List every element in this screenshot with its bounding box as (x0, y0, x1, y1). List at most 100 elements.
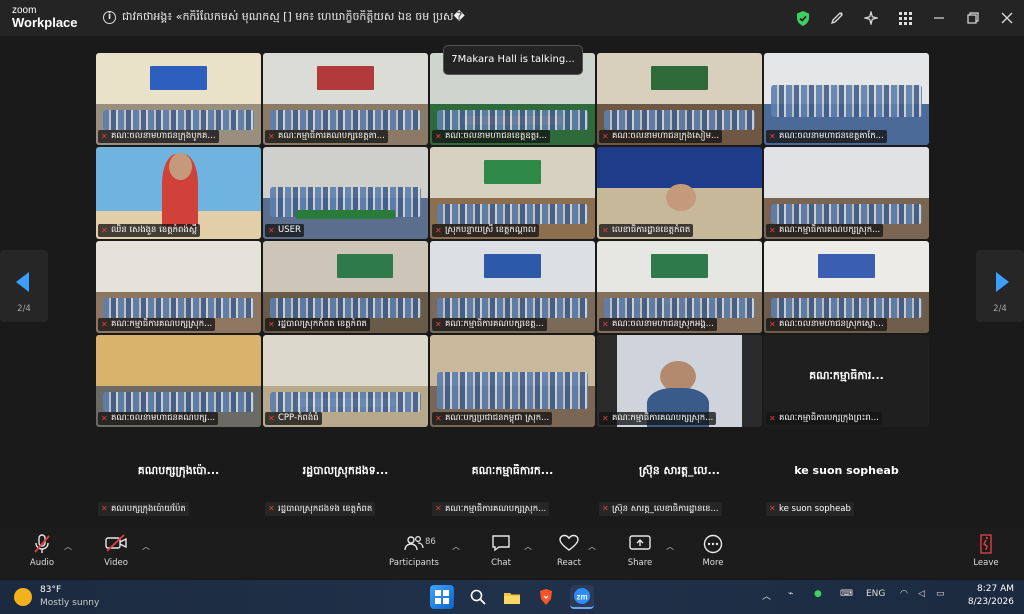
video-tile[interactable]: ✕ រដ្ឋបាលស្រុកកំពត ខេត្តកំពត (263, 241, 428, 333)
participant-tile[interactable]: គណៈកម្មាធិការក... ✕ គណៈកម្មាធិការគណបក្សស្… (430, 458, 595, 518)
previous-page-button[interactable]: 2/4 (0, 250, 48, 322)
network-icon[interactable]: ⌁ (788, 589, 793, 599)
search-icon[interactable] (466, 585, 490, 609)
chat-options-caret-icon[interactable]: ︿ (524, 541, 532, 552)
participant-name-label: ✕ គណៈកម្មាធិការបក្សក្រុងព្រះរា... (766, 412, 882, 425)
page-indicator-left: 2/4 (17, 304, 31, 314)
zoom-logo: zoom Workplace (12, 5, 78, 29)
clock-time: 8:27 AM (977, 584, 1014, 594)
muted-mic-icon: ✕ (602, 226, 609, 235)
video-tile[interactable]: ✕ ឈិន សេងងួន ខេត្តកំពង់ស្ពឺ (96, 147, 261, 239)
microphone-in-use-icon[interactable]: ● (814, 589, 822, 599)
share-options-caret-icon[interactable]: ︿ (666, 541, 674, 552)
muted-mic-icon: ✕ (769, 414, 776, 423)
video-tile[interactable]: ✕ គណៈចលនាមហាជនស្រុកអង្គ... (597, 241, 762, 333)
video-tile[interactable]: ✕ USER (263, 147, 428, 239)
weather-condition: Mostly sunny (40, 598, 100, 608)
restore-window-icon[interactable] (956, 0, 990, 36)
show-hidden-icons-chevron-icon[interactable]: ︿ (762, 589, 771, 602)
video-button[interactable]: Video (100, 534, 132, 574)
video-options-caret-icon[interactable]: ︿ (142, 541, 150, 552)
brave-browser-icon[interactable] (534, 585, 558, 609)
participant-name-label: ✕ គណៈកម្មាធិការគណបក្សខេត្តតា... (265, 130, 388, 143)
clock-date: 8/23/2026 (967, 597, 1014, 607)
participant-name-label: ✕ គណៈបក្សប្រជាជនកម្ពុជា ស្រុក... (432, 412, 553, 425)
meeting-toolbar: Audio ︿ Video ︿ Participants 86 ︿ Chat ︿ (0, 528, 1024, 578)
muted-mic-icon: ✕ (435, 320, 442, 329)
participant-name: គណៈចលនាមហាជនក្រុងបូកគ... (111, 131, 216, 141)
video-tile[interactable]: ✕ ស្រុកបន្ទាយស្រី ខេត្តកណ្ដាល (430, 147, 595, 239)
video-tile[interactable]: ✕ គណៈកម្មាធិការគណបក្សស្រុក... (96, 241, 261, 333)
participant-name-label: ✕ គណៈកម្មាធិការគណបក្សស្រុក... (98, 318, 216, 331)
audio-options-caret-icon[interactable]: ︿ (64, 541, 72, 552)
participant-name: គណៈកម្មាធិការគណបក្សស្រុក... (111, 319, 213, 329)
ai-companion-sparkle-icon[interactable] (854, 0, 888, 36)
annotate-pen-icon[interactable] (820, 0, 854, 36)
language-indicator[interactable]: ENG (866, 589, 885, 599)
keyboard-icon[interactable]: ⌨ (840, 589, 853, 599)
next-page-button[interactable]: 2/4 (976, 250, 1024, 322)
muted-mic-icon: ✕ (769, 132, 776, 141)
chat-bubble-icon (486, 534, 516, 556)
react-options-caret-icon[interactable]: ︿ (588, 541, 596, 552)
video-tile[interactable]: ✕ គណៈកម្មាធិការគណបក្សខេត្តតា... (263, 53, 428, 145)
participant-name-label: ✕ គណៈចលនាមហាជនស្រុកស្នោ... (766, 318, 887, 331)
file-explorer-icon[interactable] (500, 585, 524, 609)
video-tile[interactable]: ✕ គណៈចលនាមហាជនក្រុងសៀម... (597, 53, 762, 145)
participant-name: ke suon sopheab (779, 504, 851, 514)
participant-name-label: ✕ គណៈកម្មាធិការគណបក្សស្រុក... (432, 502, 550, 516)
leave-button[interactable]: Leave (970, 534, 1002, 574)
volume-icon[interactable]: ◁ (918, 589, 925, 599)
muted-mic-icon: ✕ (268, 320, 275, 329)
video-gallery: ✕ គណៈចលនាមហាជនក្រុងបូកគ... ✕ គណៈកម្មាធិការ… (96, 53, 929, 429)
participant-name-label: ✕ គណៈចលនាមហាជនក្រុងសៀម... (599, 130, 723, 143)
meeting-title: ជាវកថាអង្គ៖ «កកិរំលែកមស់ មុណកស្ម [] មក៖ … (122, 10, 465, 23)
sun-weather-icon (14, 588, 32, 606)
participant-name: គណៈកម្មាធិការគណបក្សស្រុក... (445, 504, 547, 514)
share-button[interactable]: Share (624, 534, 656, 574)
participant-tile[interactable]: ស្រ៊ុន សារត្ត_លេ... ✕ ស្រ៊ុន សារត្ត_លេខាធ… (597, 458, 762, 518)
participant-name-label: ✕ គណៈចលនាមហាជនខេត្តតាកែ... (766, 130, 887, 143)
participant-tile[interactable]: ke suon sopheab ✕ ke suon sopheab (764, 458, 929, 518)
participant-name: គណៈចលនាមហាជនក្រុងសៀម... (612, 131, 720, 141)
close-icon[interactable] (990, 0, 1024, 36)
video-tile[interactable]: ✕ គណៈចលនាមហាជនក្រុងបូកគ... (96, 53, 261, 145)
participant-name-label: ✕ ស្រ៊ុន សារត្ត_លេខាធិការដ្ឋានខេ... (599, 502, 722, 516)
security-shield-icon[interactable] (786, 0, 820, 36)
muted-mic-icon: ✕ (268, 226, 275, 235)
meeting-info-icon[interactable]: i (103, 11, 116, 24)
video-tile[interactable]: ✕ គណៈចលនាមហាជនខេត្តតាកែ... (764, 53, 929, 145)
video-tile[interactable]: ✕ គណៈកម្មាធិការគណបក្សខេត្ត... (430, 241, 595, 333)
more-label: More (702, 558, 724, 568)
more-button[interactable]: More (698, 534, 728, 574)
participant-big-name: រដ្ឋបាលស្រុកដងទ... (302, 464, 389, 477)
zoom-app-icon[interactable]: zm (570, 585, 594, 609)
participant-tile[interactable]: រដ្ឋបាលស្រុកដងទ... ✕ រដ្ឋបាលស្រុកដងទង ខេត… (263, 458, 428, 518)
participant-name: គណៈចលនាមហាជនស្រុកអង្គ... (612, 319, 714, 329)
participant-name: គណៈចលនាមហាជនគណបក្ស... (111, 413, 216, 423)
audio-button[interactable]: Audio (26, 534, 58, 574)
wifi-icon[interactable]: ◠ (900, 589, 908, 599)
react-button[interactable]: React (554, 534, 584, 574)
participants-options-caret-icon[interactable]: ︿ (452, 541, 460, 552)
system-clock[interactable]: 8:27 AM 8/23/2026 (960, 583, 1014, 609)
react-label: React (557, 558, 581, 568)
video-tile[interactable]: ✕ លេខាធិការដ្ឋានខេត្តកំពត (597, 147, 762, 239)
video-tile[interactable]: ✕ គណៈចលនាមហាជនគណបក្ស... (96, 335, 261, 427)
muted-mic-icon: ✕ (435, 132, 442, 141)
video-tile[interactable]: ✕ គណៈកម្មាធិការគណបក្សស្រុក... (764, 147, 929, 239)
battery-icon[interactable]: ▭ (936, 589, 945, 599)
video-off-tile[interactable]: គណៈកម្មាធិការ... ✕ គណៈកម្មាធិការបក្សក្រុង… (764, 335, 929, 427)
minimize-icon[interactable] (922, 0, 956, 36)
audio-label: Audio (29, 558, 55, 568)
audio-only-participants: គណបក្សក្រុងប៉ោ... ✕ គណបក្សក្រុងប៉ោយប៉ែត រ… (96, 458, 928, 520)
video-tile[interactable]: ✕ CPP-កំពង់ធំ (263, 335, 428, 427)
leave-exit-icon (970, 534, 1002, 556)
apps-grid-icon[interactable] (888, 0, 922, 36)
participant-tile[interactable]: គណបក្សក្រុងប៉ោ... ✕ គណបក្សក្រុងប៉ោយប៉ែត (96, 458, 261, 518)
video-tile[interactable]: ✕ គណៈកម្មាធិការគណបក្សស្រុក... (597, 335, 762, 427)
video-tile[interactable]: ✕ គណៈបក្សប្រជាជនកម្ពុជា ស្រុក... (430, 335, 595, 427)
windows-start-icon[interactable] (430, 585, 454, 609)
chat-button[interactable]: Chat (486, 534, 516, 574)
video-tile[interactable]: ✕ គណៈចលនាមហាជនស្រុកស្នោ... (764, 241, 929, 333)
